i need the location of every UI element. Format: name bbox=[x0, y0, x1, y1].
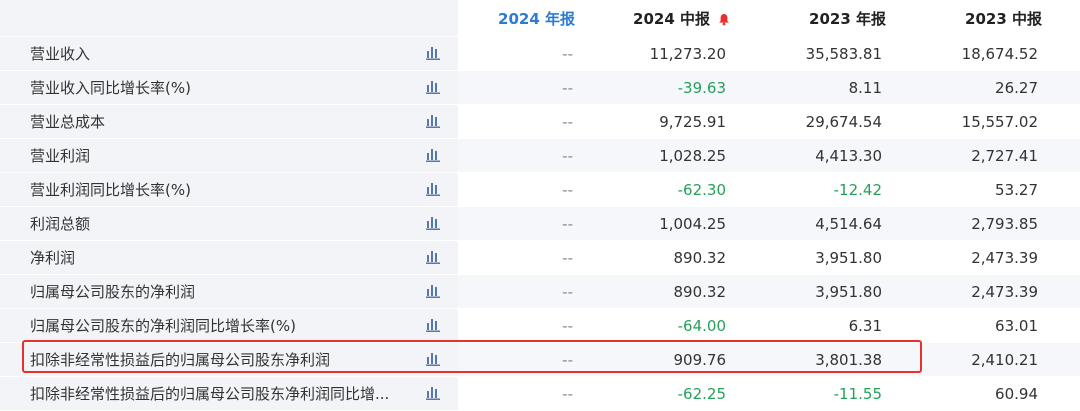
row-label-cell: 归属母公司股东的净利润 bbox=[0, 274, 458, 309]
value-cell: -- bbox=[458, 36, 613, 71]
value-cell: 9,725.91 bbox=[613, 104, 768, 139]
value-cell: 18,674.52 bbox=[924, 36, 1080, 71]
table-row: 利润总额 -- 1,004.25 4,514.64 2,793.85 bbox=[0, 206, 1080, 241]
bar-chart-icon[interactable] bbox=[426, 114, 440, 128]
bar-chart-icon[interactable] bbox=[426, 386, 440, 400]
bar-chart-icon[interactable] bbox=[426, 284, 440, 298]
bar-chart-icon[interactable] bbox=[426, 216, 440, 230]
bar-chart-icon[interactable] bbox=[426, 250, 440, 264]
bell-icon bbox=[719, 13, 729, 25]
value-cell: -- bbox=[458, 308, 613, 343]
value-cell: 26.27 bbox=[924, 70, 1080, 105]
bar-chart-icon[interactable] bbox=[426, 182, 440, 196]
value-cell: -- bbox=[458, 274, 613, 309]
row-label: 营业收入同比增长率(%) bbox=[30, 79, 191, 97]
value-cell: 11,273.20 bbox=[613, 36, 768, 71]
bar-chart-icon[interactable] bbox=[426, 318, 440, 332]
value-cell: 890.32 bbox=[613, 240, 768, 275]
table-row: 营业利润 -- 1,028.25 4,413.30 2,727.41 bbox=[0, 138, 1080, 173]
header-name-cell bbox=[0, 0, 458, 37]
value-cell: -- bbox=[458, 70, 613, 105]
value-cell: 1,004.25 bbox=[613, 206, 768, 241]
value-cell: 2,473.39 bbox=[924, 240, 1080, 275]
value-cell: -62.25 bbox=[613, 376, 768, 411]
bar-chart-icon[interactable] bbox=[426, 46, 440, 60]
value-cell: -- bbox=[458, 376, 613, 411]
financial-table: 2024 年报 2024 中报 2023 年报 2023 中报 营业收入 -- 11… bbox=[0, 0, 1080, 411]
row-label-cell: 营业利润 bbox=[0, 138, 458, 173]
value-cell: 3,951.80 bbox=[768, 274, 924, 309]
value-cell: 60.94 bbox=[924, 376, 1080, 411]
value-cell: 3,951.80 bbox=[768, 240, 924, 275]
value-cell: 3,801.38 bbox=[768, 342, 924, 377]
value-cell: -- bbox=[458, 240, 613, 275]
table-row: 归属母公司股东的净利润 -- 890.32 3,951.80 2,473.39 bbox=[0, 274, 1080, 309]
row-label-cell: 净利润 bbox=[0, 240, 458, 275]
value-cell: 2,473.39 bbox=[924, 274, 1080, 309]
row-label-cell: 利润总额 bbox=[0, 206, 458, 241]
value-cell: 4,514.64 bbox=[768, 206, 924, 241]
value-cell: 4,413.30 bbox=[768, 138, 924, 173]
row-label: 营业利润 bbox=[30, 147, 91, 165]
value-cell: 63.01 bbox=[924, 308, 1080, 343]
row-label: 净利润 bbox=[30, 249, 76, 267]
row-label: 归属母公司股东的净利润 bbox=[30, 283, 196, 301]
value-cell: 2,727.41 bbox=[924, 138, 1080, 173]
row-label-cell: 扣除非经常性损益后的归属母公司股东净利润同比增... bbox=[0, 376, 458, 411]
row-label-cell: 营业收入 bbox=[0, 36, 458, 71]
tab-2023-interim[interactable]: 2023 中报 bbox=[924, 0, 1080, 37]
tab-2024-interim[interactable]: 2024 中报 bbox=[613, 0, 768, 37]
value-cell: 53.27 bbox=[924, 172, 1080, 207]
row-label: 利润总额 bbox=[30, 215, 91, 233]
row-label-cell: 扣除非经常性损益后的归属母公司股东净利润 bbox=[0, 342, 458, 377]
value-cell: 8.11 bbox=[768, 70, 924, 105]
row-label: 归属母公司股东的净利润同比增长率(%) bbox=[30, 317, 296, 335]
table-row: 营业收入 -- 11,273.20 35,583.81 18,674.52 bbox=[0, 36, 1080, 71]
row-label-cell: 归属母公司股东的净利润同比增长率(%) bbox=[0, 308, 458, 343]
value-cell: -- bbox=[458, 206, 613, 241]
value-cell: 29,674.54 bbox=[768, 104, 924, 139]
value-cell: 2,410.21 bbox=[924, 342, 1080, 377]
table-row: 扣除非经常性损益后的归属母公司股东净利润同比增... -- -62.25 -11.55… bbox=[0, 376, 1080, 411]
bar-chart-icon[interactable] bbox=[426, 80, 440, 94]
value-cell: -39.63 bbox=[613, 70, 768, 105]
table-header: 2024 年报 2024 中报 2023 年报 2023 中报 bbox=[0, 0, 1080, 37]
tab-2023-annual[interactable]: 2023 年报 bbox=[768, 0, 924, 37]
table-row: 营业收入同比增长率(%) -- -39.63 8.11 26.27 bbox=[0, 70, 1080, 105]
value-cell: 909.76 bbox=[613, 342, 768, 377]
value-cell: -- bbox=[458, 138, 613, 173]
value-cell: -- bbox=[458, 342, 613, 377]
value-cell: 6.31 bbox=[768, 308, 924, 343]
row-label: 扣除非经常性损益后的归属母公司股东净利润同比增... bbox=[30, 385, 390, 403]
value-cell: 890.32 bbox=[613, 274, 768, 309]
value-cell: 35,583.81 bbox=[768, 36, 924, 71]
row-label: 营业利润同比增长率(%) bbox=[30, 181, 191, 199]
header-label: 2024 中报 bbox=[633, 9, 710, 28]
table-row: 营业总成本 -- 9,725.91 29,674.54 15,557.02 bbox=[0, 104, 1080, 139]
table-row: 归属母公司股东的净利润同比增长率(%) -- -64.00 6.31 63.01 bbox=[0, 308, 1080, 343]
value-cell: -62.30 bbox=[613, 172, 768, 207]
table-row: 净利润 -- 890.32 3,951.80 2,473.39 bbox=[0, 240, 1080, 275]
bar-chart-icon[interactable] bbox=[426, 148, 440, 162]
row-label: 扣除非经常性损益后的归属母公司股东净利润 bbox=[30, 351, 331, 369]
value-cell: 2,793.85 bbox=[924, 206, 1080, 241]
value-cell: 1,028.25 bbox=[613, 138, 768, 173]
value-cell: -- bbox=[458, 104, 613, 139]
row-label-cell: 营业总成本 bbox=[0, 104, 458, 139]
value-cell: -- bbox=[458, 172, 613, 207]
bar-chart-icon[interactable] bbox=[426, 352, 440, 366]
row-label-cell: 营业利润同比增长率(%) bbox=[0, 172, 458, 207]
row-label: 营业收入 bbox=[30, 45, 91, 63]
value-cell: 15,557.02 bbox=[924, 104, 1080, 139]
tab-2024-annual[interactable]: 2024 年报 bbox=[458, 0, 613, 37]
row-label-cell: 营业收入同比增长率(%) bbox=[0, 70, 458, 105]
table-row: 营业利润同比增长率(%) -- -62.30 -12.42 53.27 bbox=[0, 172, 1080, 207]
row-label: 营业总成本 bbox=[30, 113, 106, 131]
value-cell: -12.42 bbox=[768, 172, 924, 207]
value-cell: -11.55 bbox=[768, 376, 924, 411]
value-cell: -64.00 bbox=[613, 308, 768, 343]
table-row: 扣除非经常性损益后的归属母公司股东净利润 -- 909.76 3,801.38 2,41… bbox=[0, 342, 1080, 377]
